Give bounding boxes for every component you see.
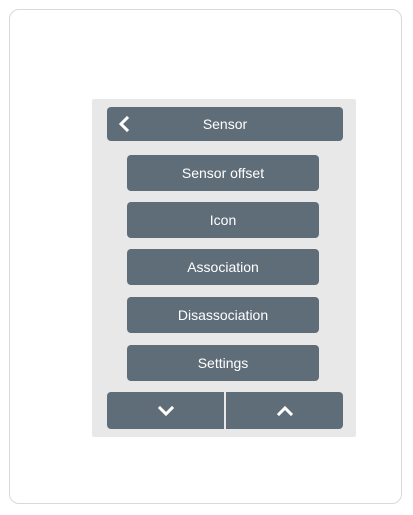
chevron-left-icon (118, 116, 130, 132)
header-bar: Sensor (107, 107, 343, 141)
icon-button[interactable]: Icon (127, 202, 319, 238)
association-button[interactable]: Association (127, 249, 319, 285)
chevron-down-icon (157, 405, 174, 417)
menu-item-label: Disassociation (177, 307, 269, 323)
device-frame: Sensor Sensor offset Icon Association Di… (9, 9, 402, 504)
chevron-up-icon (276, 405, 293, 417)
scroll-up-button[interactable] (226, 392, 343, 429)
disassociation-button[interactable]: Disassociation (127, 297, 319, 333)
menu-item-label: Settings (197, 355, 249, 371)
menu-item-label: Association (187, 259, 259, 275)
scroll-down-button[interactable] (107, 392, 224, 429)
menu-item-label: Sensor offset (181, 165, 265, 181)
header-title: Sensor (202, 116, 248, 132)
screen: Sensor Sensor offset Icon Association Di… (92, 99, 356, 437)
scroll-nav (107, 392, 343, 429)
menu-item-label: Icon (209, 212, 237, 228)
sensor-offset-button[interactable]: Sensor offset (127, 155, 319, 191)
back-button[interactable] (107, 107, 141, 141)
settings-button[interactable]: Settings (127, 345, 319, 381)
